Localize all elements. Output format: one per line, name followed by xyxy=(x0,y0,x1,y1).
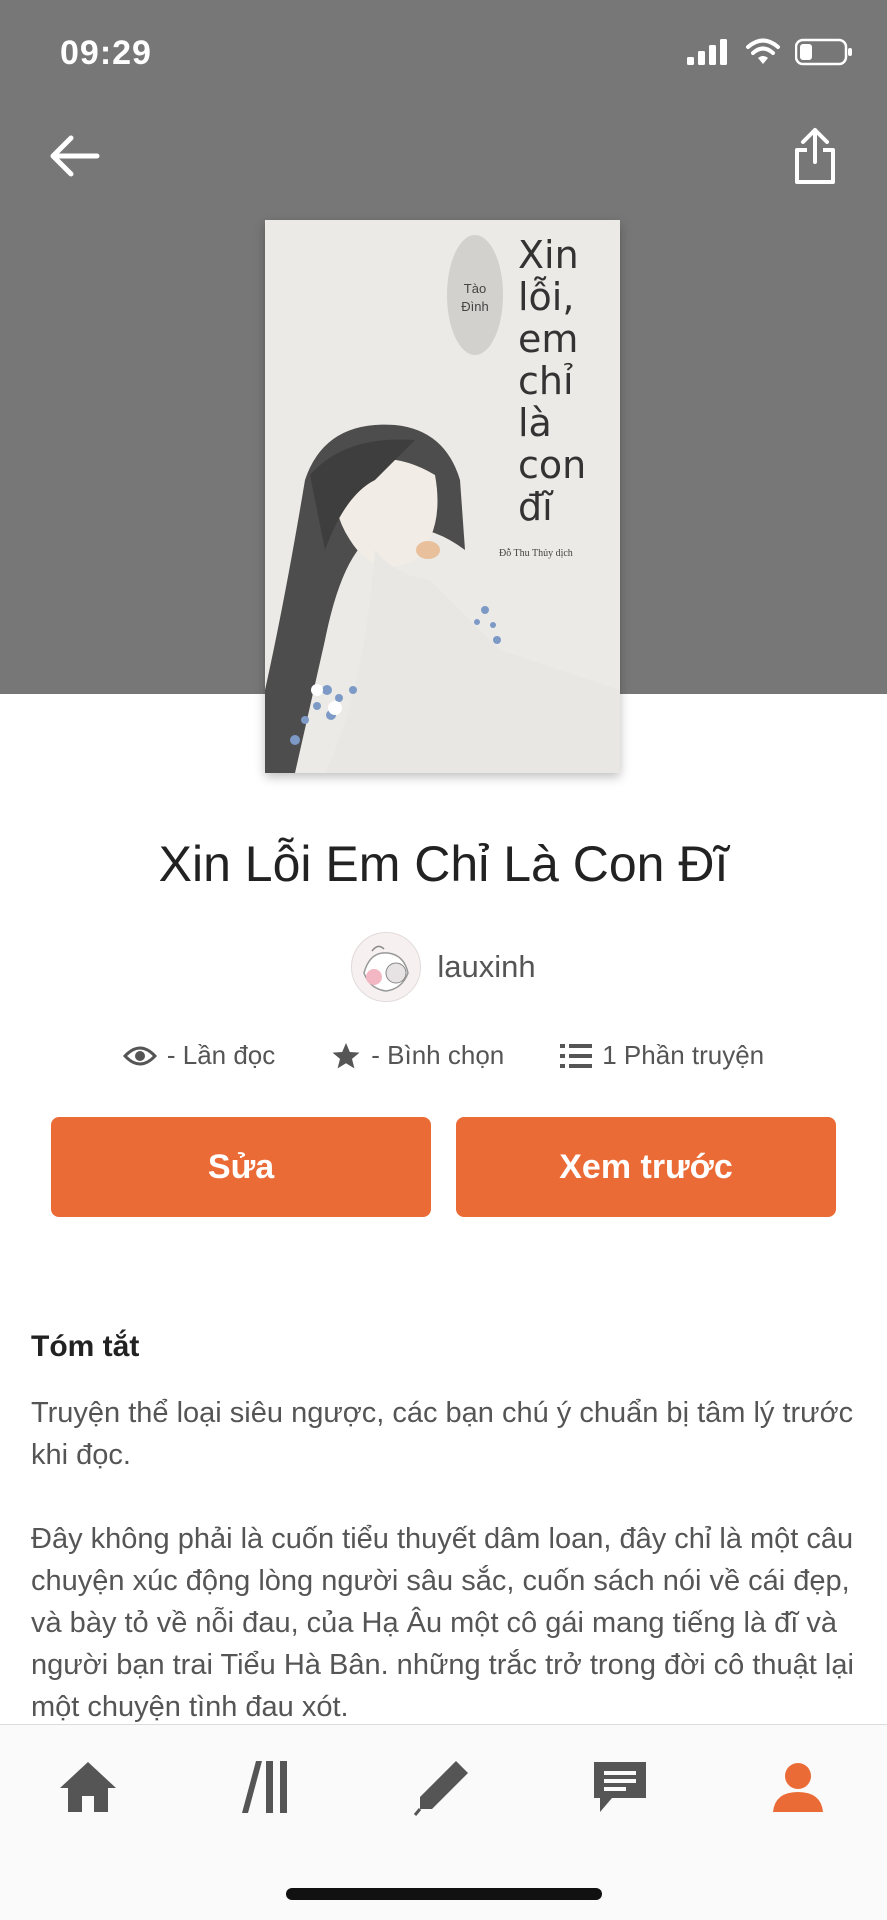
home-indicator xyxy=(286,1888,602,1900)
pencil-icon xyxy=(413,1761,468,1816)
tab-home[interactable] xyxy=(38,1747,138,1827)
votes-stat: - Bình chọn xyxy=(331,1040,504,1071)
edit-button[interactable]: Sửa xyxy=(51,1117,431,1217)
status-time: 09:29 xyxy=(60,34,152,72)
status-icons xyxy=(687,38,853,66)
author-row[interactable]: lauxinh xyxy=(0,932,887,1002)
summary-text: Truyện thể loại siêu ngược, các bạn chú … xyxy=(31,1392,861,1770)
reads-label: - Lần đọc xyxy=(166,1040,276,1070)
cover-translator: Đỗ Thu Thủy dịch xyxy=(499,548,573,559)
parts-stat[interactable]: 1 Phần truyện xyxy=(560,1040,764,1071)
story-title: Xin Lỗi Em Chỉ Là Con Đĩ xyxy=(158,836,729,892)
home-icon xyxy=(60,1762,116,1812)
back-button[interactable] xyxy=(42,124,106,188)
avatar[interactable] xyxy=(351,932,422,1002)
star-icon xyxy=(332,1042,360,1068)
profile-icon xyxy=(773,1763,823,1812)
status-bar: 09:29 xyxy=(0,0,887,110)
share-icon xyxy=(795,128,835,184)
votes-label: - Bình chọn xyxy=(371,1040,505,1070)
cover-title: Xin lỗi, em chỉ là con đĩ xyxy=(518,233,587,529)
reads-stat: - Lần đọc xyxy=(122,1040,276,1071)
arrow-left-icon xyxy=(50,135,100,177)
top-navigation xyxy=(0,120,887,200)
list-icon xyxy=(560,1043,593,1068)
preview-button[interactable]: Xem trước xyxy=(456,1117,836,1217)
wifi-icon xyxy=(746,38,780,64)
avatar-illustration xyxy=(352,933,421,1001)
cover-author: Tào Đình xyxy=(461,281,489,314)
summary-paragraph: Truyện thể loại siêu ngược, các bạn chú … xyxy=(31,1397,854,1471)
summary-paragraph: Đây không phải là cuốn tiểu thuyết dâm l… xyxy=(31,1523,854,1723)
share-button[interactable] xyxy=(783,120,847,192)
signal-icon xyxy=(687,39,727,65)
messages-icon xyxy=(594,1762,646,1812)
eye-icon xyxy=(122,1046,157,1065)
battery-icon xyxy=(795,38,852,66)
summary-heading: Tóm tắt xyxy=(31,1330,140,1363)
author-name[interactable]: lauxinh xyxy=(437,949,535,985)
library-icon xyxy=(242,1761,287,1813)
tab-profile[interactable] xyxy=(748,1747,848,1827)
tab-write[interactable] xyxy=(392,1747,492,1827)
parts-label[interactable]: 1 Phần truyện xyxy=(602,1040,764,1071)
tab-library[interactable] xyxy=(216,1747,316,1827)
stats-row: - Lần đọc - Bình chọn 1 Phần truyện xyxy=(0,1040,887,1071)
book-cover[interactable]: Tào Đình Xin lỗi, em chỉ là con đĩ Đỗ Th… xyxy=(265,220,620,773)
tab-messages[interactable] xyxy=(570,1747,670,1827)
